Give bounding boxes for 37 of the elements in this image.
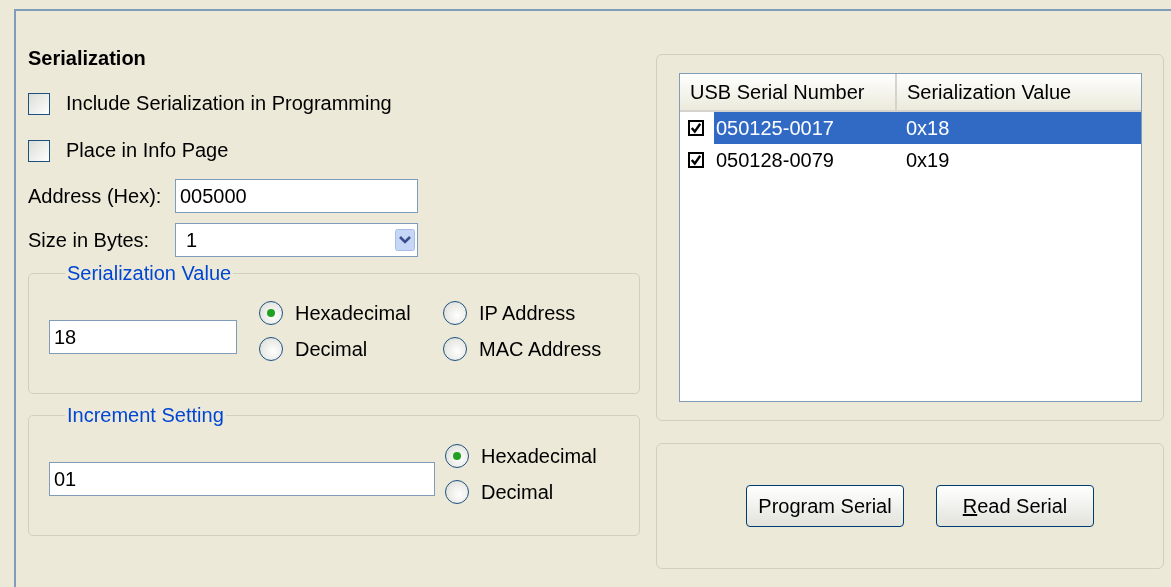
section-title: Serialization <box>28 47 147 70</box>
increment-field[interactable]: 01 <box>49 462 435 496</box>
address-field[interactable]: 005000 <box>175 179 418 213</box>
checkbox[interactable] <box>688 120 704 136</box>
radio-button[interactable] <box>443 301 467 325</box>
checkbox-label: Include Serialization in Programming <box>66 92 392 115</box>
checkbox-label: Place in Info Page <box>66 139 229 162</box>
checkbox[interactable] <box>28 92 50 115</box>
radio-label: Hexadecimal <box>481 444 597 468</box>
table-cell-text: 050128-0079 <box>715 148 835 172</box>
radio-label: MAC Address <box>479 337 602 361</box>
address-label: Address (Hex): <box>28 184 163 208</box>
radio-label: Hexadecimal <box>295 301 411 325</box>
list-row[interactable]: 050128-0079 0x19 <box>714 144 1141 176</box>
size-dropdown[interactable]: 1 <box>175 223 418 257</box>
action-button[interactable]: Read Serial <box>936 485 1094 527</box>
table-cell: 0x19 <box>906 148 950 172</box>
column-header[interactable]: Serialization Value <box>897 74 1072 110</box>
radio-label: Decimal <box>481 480 554 504</box>
checkbox[interactable] <box>28 139 50 162</box>
radio-button[interactable] <box>259 337 283 361</box>
radio-button[interactable] <box>445 480 469 504</box>
radio-label: Decimal <box>295 337 368 361</box>
radio-button[interactable] <box>445 444 469 468</box>
size-label: Size in Bytes: <box>28 228 151 252</box>
group-title: Serialization Value <box>66 262 233 285</box>
radio-button[interactable] <box>443 337 467 361</box>
column-header[interactable]: USB Serial Number <box>680 74 897 110</box>
table-cell: 0x18 <box>906 116 950 140</box>
radio-button[interactable] <box>259 301 283 325</box>
value-field[interactable]: 18 <box>49 320 237 354</box>
action-button[interactable]: Program Serial <box>746 485 904 527</box>
group-title: Increment Setting <box>66 404 225 427</box>
radio-label: IP Address <box>479 301 576 325</box>
table-cell-text: 050125-0017 <box>715 116 835 140</box>
list-row[interactable]: 050125-0017 0x18 <box>714 112 1141 144</box>
checkbox[interactable] <box>688 152 704 168</box>
